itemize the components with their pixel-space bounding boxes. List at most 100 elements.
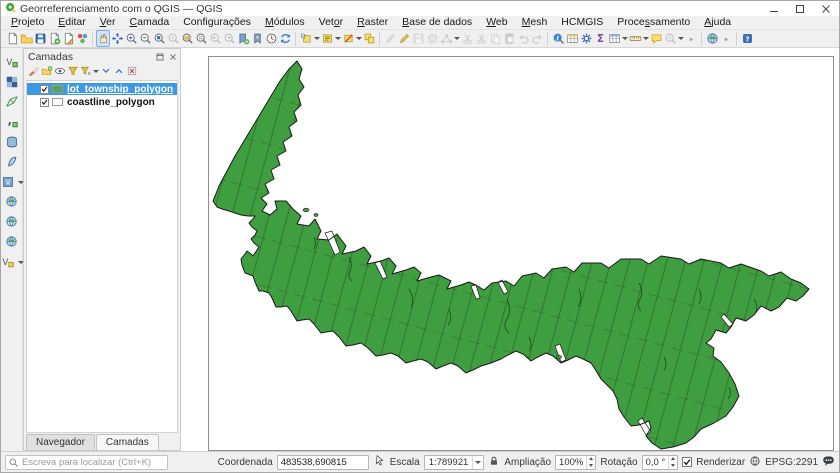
add-raster-layer-button[interactable] [3,72,21,91]
filter-by-expression-button[interactable]: ε [79,64,92,79]
menu-camada[interactable]: Camada [123,16,177,29]
panel-close-button[interactable] [167,51,178,62]
select-features-button[interactable] [299,30,313,47]
pan-to-selection-button[interactable] [110,30,124,47]
add-postgis-layer-button[interactable] [3,132,21,151]
open-field-calculator-button[interactable] [607,30,621,47]
pan-map-button[interactable] [96,30,110,47]
menu-processamento[interactable]: Processamento [610,16,697,29]
help-button[interactable]: ? [740,30,754,47]
new-shapefile-layer-button[interactable]: V [0,252,17,271]
map-canvas[interactable] [208,56,834,451]
copy-features-button[interactable] [488,30,502,47]
toggle-editing-button[interactable] [397,30,411,47]
panel-float-button[interactable] [154,51,165,62]
current-edits-button[interactable] [383,30,397,47]
menu-web[interactable]: Web [479,16,514,29]
layer-visibility-checkbox[interactable] [40,98,49,107]
zoom-out-button[interactable] [138,30,152,47]
magnifier-spinbox[interactable]: 100% [555,455,596,470]
crs-globe-icon[interactable] [749,455,761,470]
layer-row-lot_township_polygon[interactable]: lot_township_polygon [27,83,177,95]
deselect-features-button[interactable] [341,30,355,47]
add-group-button[interactable] [40,64,53,79]
zoom-next-button[interactable] [222,30,236,47]
identify-features-button[interactable]: i [551,30,565,47]
save-project-button[interactable] [33,30,47,47]
menu-configuracoes[interactable]: Configurações [176,16,258,29]
add-vector-layer-button[interactable]: V [3,52,21,71]
locator-search[interactable] [5,455,168,470]
menu-editar[interactable]: Editar [51,16,92,29]
lock-scale-icon[interactable] [488,455,500,470]
select-all-features-button[interactable] [362,30,376,47]
open-layer-styling-button[interactable] [27,64,40,79]
redo-button[interactable] [530,30,544,47]
add-wfs-layer-button[interactable] [3,232,21,251]
maximize-button[interactable] [787,1,813,16]
magnifier-down-icon[interactable] [587,462,595,469]
render-checkbox[interactable] [682,457,692,467]
show-map-tips-button[interactable] [649,30,663,47]
new-project-button[interactable] [5,30,19,47]
filter-legend-button[interactable] [66,64,79,79]
new-spatial-bookmark-button[interactable] [236,30,250,47]
zoom-to-selection-button[interactable] [166,30,180,47]
menu-mesh[interactable]: Mesh [515,16,555,29]
style-manager-button[interactable] [75,30,89,47]
temporal-controller-button[interactable] [264,30,278,47]
paste-features-button[interactable] [502,30,516,47]
add-mesh-layer-button[interactable] [3,92,21,111]
minimize-button[interactable] [761,1,787,16]
measure-line-dropdown[interactable] [642,30,649,47]
vertex-tool-dropdown[interactable] [453,30,460,47]
measure-line-button[interactable] [628,30,642,47]
new-print-layout-button[interactable] [47,30,61,47]
zoom-to-native-resolution-button[interactable] [194,30,208,47]
save-layer-edits-button[interactable] [411,30,425,47]
menu-base-de-dados[interactable]: Base de dados [395,16,479,29]
scale-combo[interactable]: 1:789921 [424,455,485,470]
zoom-in-button[interactable] [124,30,138,47]
rotation-down-icon[interactable] [669,462,677,469]
zoom-full-button[interactable] [152,30,166,47]
undo-button[interactable] [516,30,530,47]
hcmgis-tools-button[interactable] [705,30,719,47]
open-project-button[interactable] [19,30,33,47]
deselect-features-dropdown[interactable] [355,30,362,47]
menu-projeto[interactable]: Projeto [4,16,51,29]
remove-layer-button[interactable] [125,64,138,79]
add-wcs-layer-button[interactable] [3,212,21,231]
zoom-to-selected-button[interactable] [663,30,677,47]
panel-tab-navegador[interactable]: Navegador [26,434,95,450]
scale-dropdown-icon[interactable] [472,456,483,469]
zoom-last-button[interactable] [208,30,222,47]
refresh-map-button[interactable] [278,30,292,47]
panel-tab-camadas[interactable]: Camadas [96,434,159,450]
layer-visibility-checkbox[interactable] [40,85,49,94]
select-features-by-value-button[interactable] [320,30,334,47]
toolbar-overflow-button[interactable]: » [684,30,698,47]
show-spatial-bookmarks-button[interactable] [250,30,264,47]
hcmgis-overflow-button[interactable]: » [719,30,733,47]
add-virtual-layer-button[interactable]: V [0,172,17,191]
locator-input[interactable] [5,455,168,470]
filter-by-expression-dropdown[interactable] [92,63,99,80]
messages-icon[interactable] [822,454,835,470]
coordinate-input[interactable] [277,455,369,470]
add-wms-wmts-layer-button[interactable] [3,192,21,211]
menu-ver[interactable]: Ver [93,16,123,29]
menu-modulos[interactable]: Módulos [258,16,312,29]
menu-vetor[interactable]: Vetor [312,16,351,29]
select-features-dropdown[interactable] [313,30,320,47]
delete-selected-button[interactable] [460,30,474,47]
expand-all-button[interactable] [99,64,112,79]
add-polygon-feature-button[interactable] [425,30,439,47]
rotation-spinbox[interactable]: 0,0 ° [642,455,679,470]
zoom-to-selected-dropdown[interactable] [677,30,684,47]
collapse-all-button[interactable] [112,64,125,79]
menu-ajuda[interactable]: Ajuda [697,16,738,29]
open-field-calculator-dropdown[interactable] [621,30,628,47]
manage-map-themes-button[interactable] [53,64,66,79]
select-features-by-value-dropdown[interactable] [334,30,341,47]
